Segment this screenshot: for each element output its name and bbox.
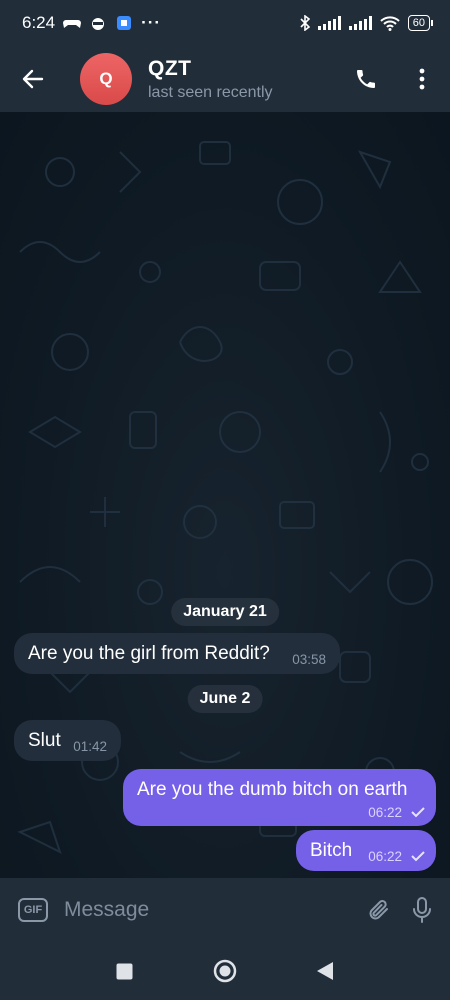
- read-check-icon: [411, 851, 425, 862]
- back-button[interactable]: [0, 46, 66, 112]
- message-text: Are you the girl from Reddit?: [28, 643, 270, 664]
- chat-area[interactable]: January 21 Are you the girl from Reddit?…: [0, 112, 450, 878]
- status-time: 6:24: [22, 13, 56, 32]
- signal-strength-icon: [317, 16, 341, 30]
- back-triangle-icon[interactable]: [316, 961, 334, 981]
- message-text: Bitch: [310, 840, 353, 861]
- recents-square-icon[interactable]: [116, 963, 133, 980]
- message-time: 01:42: [73, 739, 107, 754]
- avatar[interactable]: Q: [80, 53, 132, 105]
- game-controller-icon: [63, 20, 82, 28]
- message-time: 06:22: [368, 849, 402, 864]
- incoming-message[interactable]: Are you the girl from Reddit? 03:58: [14, 633, 340, 674]
- date-separator: June 2: [187, 685, 263, 713]
- phone-icon: [357, 70, 375, 88]
- more-options-button[interactable]: [394, 46, 450, 112]
- message-text: Are you the dumb bitch on earth: [137, 779, 408, 800]
- outgoing-message[interactable]: Bitch 06:22: [296, 830, 436, 871]
- app-notification-icon: [117, 16, 132, 30]
- attach-paperclip-icon[interactable]: [366, 897, 392, 923]
- message-time: 06:22: [368, 805, 402, 820]
- arrow-left-icon: [22, 69, 44, 89]
- signal-strength-icon-2: [348, 16, 372, 30]
- date-separator: January 21: [171, 598, 279, 626]
- system-navigation-bar: [0, 942, 450, 1000]
- home-circle-icon[interactable]: [213, 959, 237, 983]
- chat-title-block[interactable]: QZT last seen recently: [148, 57, 273, 102]
- status-bar: 6:24 ··· 60: [0, 0, 450, 46]
- message-input[interactable]: [62, 897, 316, 923]
- chat-header: Q QZT last seen recently: [0, 46, 450, 112]
- raccoon-app-icon: [92, 18, 105, 30]
- chat-name: QZT: [148, 56, 192, 80]
- incoming-message[interactable]: Slut 01:42: [14, 720, 121, 761]
- bluetooth-icon: [300, 15, 310, 31]
- microphone-icon[interactable]: [412, 896, 432, 924]
- more-notifications-indicator: ···: [141, 13, 162, 32]
- wifi-icon: [380, 15, 400, 31]
- gif-button[interactable]: GIF: [18, 898, 48, 922]
- message-text: Slut: [28, 730, 61, 751]
- more-vertical-icon: [419, 68, 425, 90]
- call-button[interactable]: [338, 46, 394, 112]
- message-composer: GIF: [0, 878, 450, 942]
- last-seen-status: last seen recently: [148, 83, 273, 101]
- outgoing-message[interactable]: Are you the dumb bitch on earth 06:22: [123, 769, 436, 826]
- battery-indicator: 60: [407, 15, 434, 31]
- doodle-pattern-background: [17, 141, 433, 854]
- message-time: 03:58: [292, 652, 326, 667]
- read-check-icon: [411, 807, 425, 818]
